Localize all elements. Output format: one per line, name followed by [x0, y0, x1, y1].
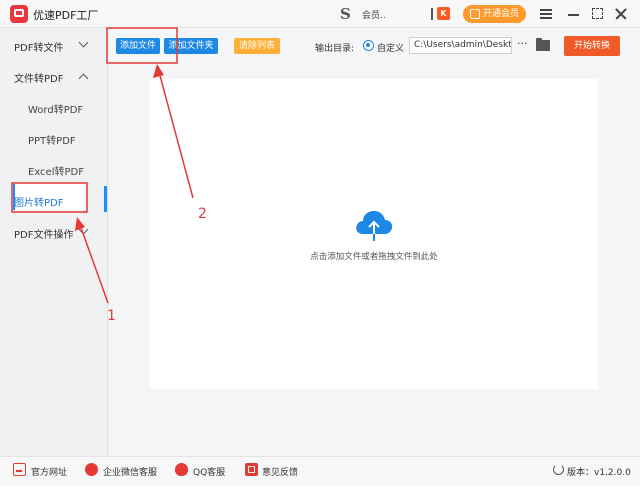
output-dir-label: 输出目录: [315, 44, 355, 54]
sidebar-item-image-to-pdf-label: 图片转PDF [14, 198, 64, 209]
sidebar-group-pdf-operations[interactable]: PDF文件操作 [14, 226, 73, 241]
app-title: 优速PDF工厂 [33, 9, 99, 22]
start-convert-button[interactable]: 开始转换 [564, 36, 620, 56]
sidebar-item-word-to-pdf[interactable]: Word转PDF [28, 101, 83, 116]
feedback-link[interactable]: 意见反馈 [262, 465, 298, 478]
app-logo-icon [10, 5, 28, 23]
qq-support-link[interactable]: QQ客服 [193, 465, 225, 478]
add-file-button[interactable]: 添加文件 [116, 38, 160, 54]
sidebar-group-pdf-to-file[interactable]: PDF转文件 [14, 39, 63, 54]
official-site-link[interactable]: 官方网址 [31, 465, 67, 478]
close-icon[interactable] [612, 5, 630, 23]
browse-more-button[interactable]: ··· [517, 38, 528, 50]
folder-icon[interactable] [536, 38, 550, 51]
custom-radio-label[interactable]: 自定义 [377, 41, 404, 54]
custom-radio[interactable] [363, 40, 374, 51]
sidebar-scroll-indicator [104, 186, 107, 212]
crown-icon [470, 9, 480, 19]
website-icon[interactable] [13, 463, 26, 476]
sidebar [0, 28, 108, 456]
feedback-icon[interactable] [245, 463, 258, 476]
version-label: 版本：v1.2.0.0 [567, 468, 631, 478]
drop-hint-text: 点击添加文件或者拖拽文件到此处 [310, 252, 438, 262]
title-bar: 优速PDF工厂 S 会员.. K 开通会员 [0, 0, 640, 28]
sidebar-item-excel-to-pdf[interactable]: Excel转PDF [28, 163, 84, 178]
refresh-icon[interactable] [553, 464, 564, 475]
clear-list-button[interactable]: 清除列表 [234, 38, 280, 54]
sidebar-group-file-to-pdf[interactable]: 文件转PDF [14, 70, 63, 85]
wechat-icon[interactable] [85, 463, 98, 476]
add-folder-button[interactable]: 添加文件夹 [164, 38, 218, 54]
menu-icon[interactable] [537, 5, 555, 23]
sidebar-item-ppt-to-pdf[interactable]: PPT转PDF [28, 132, 76, 147]
vip-badge-icon: K [437, 7, 450, 20]
user-avatar-icon[interactable]: S [340, 6, 351, 22]
separator [431, 8, 433, 20]
qq-icon[interactable] [175, 463, 188, 476]
open-vip-button[interactable]: 开通会员 [463, 5, 526, 23]
minimize-icon[interactable] [565, 5, 583, 23]
open-vip-label: 开通会员 [483, 9, 520, 19]
annotation-arrowhead-2 [153, 64, 164, 78]
output-path-field[interactable]: C:\Users\admin\Deskto [409, 37, 512, 54]
annotation-label-1: 1 [107, 308, 116, 324]
maximize-icon[interactable] [589, 5, 607, 23]
user-name[interactable]: 会员.. [362, 8, 386, 21]
wechat-support-link[interactable]: 企业微信客服 [103, 465, 157, 478]
cloud-upload-icon[interactable] [353, 208, 395, 242]
